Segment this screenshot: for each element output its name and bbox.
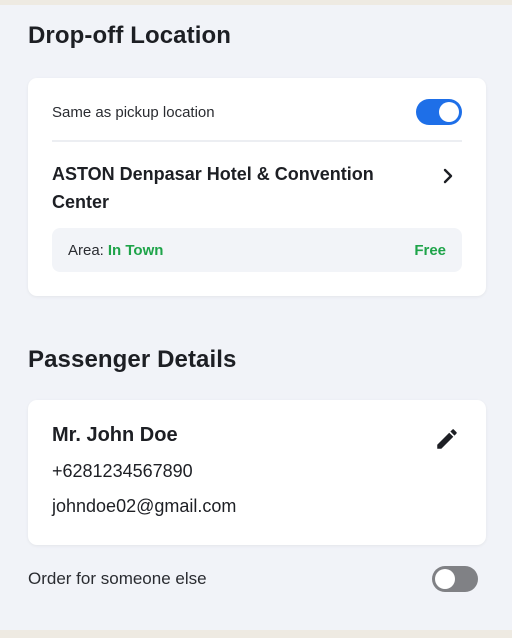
passenger-phone: +6281234567890 — [52, 461, 193, 481]
toggle-knob — [435, 569, 455, 589]
passenger-name: Mr. John Doe — [52, 424, 178, 446]
area-price: Free — [414, 241, 446, 259]
area-text: Area: In Town — [68, 242, 163, 259]
passenger-email: johndoe02@gmail.com — [52, 496, 237, 516]
passenger-section-title: Passenger Details — [28, 346, 237, 373]
toggle-knob — [439, 102, 459, 122]
area-info: Area: In Town Free — [52, 228, 462, 272]
top-strip — [0, 0, 512, 5]
same-as-pickup-toggle[interactable] — [416, 99, 462, 125]
divider — [52, 140, 462, 142]
dropoff-card: Same as pickup location ASTON Denpasar H… — [28, 78, 486, 296]
order-for-someone-else-row: Order for someone else — [28, 564, 478, 594]
area-value: In Town — [107, 241, 164, 259]
chevron-right-icon[interactable] — [438, 166, 458, 186]
bottom-strip — [0, 630, 512, 638]
area-label: Area: — [68, 241, 104, 259]
dropoff-hotel-name[interactable]: ASTON Denpasar Hotel & Convention Center — [52, 160, 422, 216]
order-for-someone-else-toggle[interactable] — [432, 566, 478, 592]
same-as-pickup-label: Same as pickup location — [52, 103, 215, 121]
same-as-pickup-row: Same as pickup location — [52, 96, 462, 128]
order-for-someone-else-label: Order for someone else — [28, 569, 207, 588]
passenger-card: Mr. John Doe +6281234567890 johndoe02@gm… — [28, 400, 486, 545]
pencil-edit-icon[interactable] — [434, 426, 460, 452]
dropoff-section-title: Drop-off Location — [28, 22, 231, 49]
